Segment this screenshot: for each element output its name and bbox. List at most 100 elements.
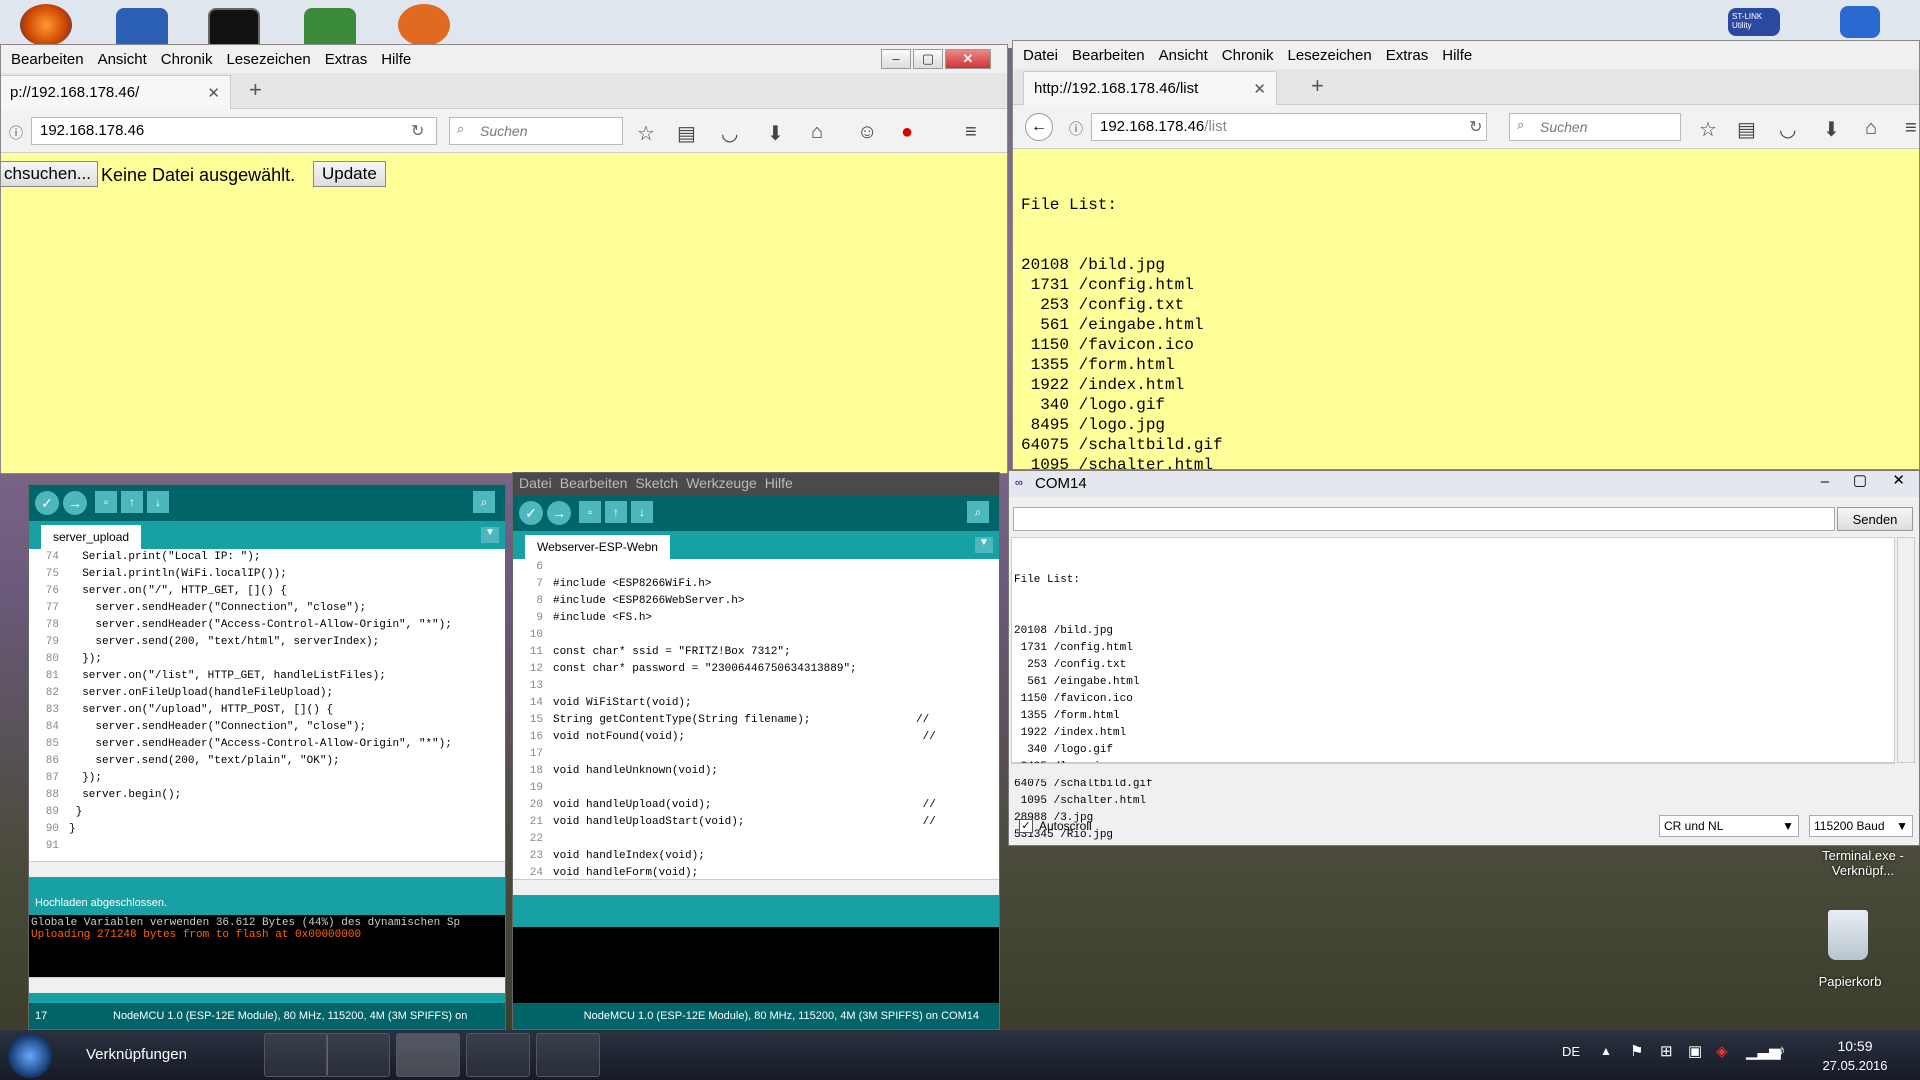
minimize-button[interactable]: – bbox=[881, 49, 911, 69]
pocket-icon[interactable]: ◡ bbox=[721, 121, 738, 146]
serial-monitor-icon[interactable]: ⌕ bbox=[967, 501, 989, 523]
volume-icon[interactable]: ♪ bbox=[1778, 1042, 1786, 1059]
menu-bearbeiten[interactable]: Bearbeiten bbox=[560, 475, 628, 493]
info-icon[interactable]: ⓘ bbox=[9, 123, 23, 143]
editor-hscrollbar[interactable] bbox=[29, 861, 505, 877]
update-button[interactable]: Update bbox=[313, 161, 386, 187]
reload-icon[interactable]: ↻ bbox=[1469, 117, 1482, 137]
tray-expand-icon[interactable]: ▲ bbox=[1600, 1044, 1612, 1058]
t-desktop-icon[interactable] bbox=[398, 4, 450, 46]
menu-chronik[interactable]: Chronik bbox=[161, 51, 213, 68]
menu-ansicht[interactable]: Ansicht bbox=[98, 51, 147, 68]
menu-extras[interactable]: Extras bbox=[1386, 47, 1429, 64]
open-sketch-icon[interactable]: ↑ bbox=[605, 501, 627, 523]
menu-extras[interactable]: Extras bbox=[325, 51, 368, 68]
menu-lesezeichen[interactable]: Lesezeichen bbox=[226, 51, 310, 68]
menu-lesezeichen[interactable]: Lesezeichen bbox=[1287, 47, 1371, 64]
network-icon[interactable]: ▁▃▅ bbox=[1746, 1042, 1781, 1060]
close-tab-icon[interactable]: ✕ bbox=[1253, 80, 1266, 98]
menu-sketch[interactable]: Sketch bbox=[635, 475, 678, 493]
maximize-button[interactable]: ▢ bbox=[913, 49, 943, 69]
firefox-taskbar-icon[interactable] bbox=[396, 1033, 460, 1077]
menu-ansicht[interactable]: Ansicht bbox=[1159, 47, 1208, 64]
computer-desktop-icon[interactable] bbox=[1840, 6, 1880, 38]
code-editor[interactable]: 6 7 #include <ESP8266WiFi.h> 8 #include <ESP… bbox=[513, 559, 999, 879]
ide-tab-webserver[interactable]: Webserver-ESP-Webn bbox=[525, 535, 670, 559]
new-sketch-icon[interactable]: ▫ bbox=[579, 501, 601, 523]
url-input[interactable]: 192.168.178.46/list bbox=[1091, 113, 1487, 141]
menu-bearbeiten[interactable]: Bearbeiten bbox=[11, 51, 84, 68]
download-icon[interactable]: ⬇ bbox=[1823, 117, 1840, 142]
media-player-taskbar-icon[interactable] bbox=[326, 1033, 390, 1077]
clock-time[interactable]: 10:59 bbox=[1822, 1038, 1888, 1054]
tab-menu-icon[interactable]: ▼ bbox=[975, 537, 993, 553]
close-button[interactable]: ✕ bbox=[1892, 471, 1905, 489]
trash-icon[interactable] bbox=[1828, 910, 1868, 960]
tab-upload[interactable]: p://192.168.178.46/ ✕ bbox=[1, 75, 231, 109]
bookmark-star-icon[interactable]: ☆ bbox=[637, 121, 655, 146]
code-editor[interactable]: 74 Serial.print("Local IP: "); 75 Serial.… bbox=[29, 549, 505, 861]
new-tab-icon[interactable]: + bbox=[249, 77, 262, 103]
menu-hilfe[interactable]: Hilfe bbox=[765, 475, 793, 493]
ide-tab-server-upload[interactable]: server_upload bbox=[41, 525, 142, 549]
serial-input[interactable] bbox=[1013, 507, 1835, 531]
reload-icon[interactable]: ↻ bbox=[411, 121, 424, 141]
links-toolbar-label[interactable]: Verknüpfungen bbox=[86, 1046, 187, 1063]
serial-vscrollbar[interactable] bbox=[1897, 537, 1915, 763]
line-ending-select[interactable]: CR und NL ▼ bbox=[1659, 815, 1799, 837]
serial-monitor-icon[interactable]: ⌕ bbox=[473, 491, 495, 513]
stlink-desktop-icon[interactable]: ST-LINK Utility bbox=[1728, 8, 1780, 36]
menu-hilfe[interactable]: Hilfe bbox=[381, 51, 411, 68]
menu-werkzeuge[interactable]: Werkzeuge bbox=[686, 475, 757, 493]
info-icon[interactable]: ⓘ bbox=[1069, 119, 1083, 139]
trash-label[interactable]: Papierkorb bbox=[1800, 974, 1900, 989]
arduino-taskbar-icon[interactable] bbox=[466, 1033, 530, 1077]
menu-hilfe[interactable]: Hilfe bbox=[1442, 47, 1472, 64]
search-input[interactable]: Suchen bbox=[449, 117, 623, 145]
baud-select[interactable]: 115200 Baud ▼ bbox=[1809, 815, 1913, 837]
home-icon[interactable]: ⌂ bbox=[1865, 117, 1877, 140]
language-indicator[interactable]: DE bbox=[1562, 1044, 1580, 1059]
verify-icon[interactable]: ✓ bbox=[35, 491, 59, 515]
tab-menu-icon[interactable]: ▼ bbox=[481, 527, 499, 543]
upload-icon[interactable]: → bbox=[63, 491, 87, 515]
menu-hamburger-icon[interactable]: ≡ bbox=[965, 121, 977, 144]
flag-icon[interactable]: ⚑ bbox=[1630, 1042, 1643, 1060]
antivirus-icon[interactable]: ◈ bbox=[1716, 1042, 1728, 1060]
clock-date[interactable]: 27.05.2016 bbox=[1816, 1058, 1894, 1073]
menu-hamburger-icon[interactable]: ≡ bbox=[1905, 117, 1917, 140]
firefox-desktop-icon[interactable] bbox=[20, 4, 72, 46]
menu-datei[interactable]: Datei bbox=[519, 475, 552, 493]
upload-icon[interactable]: → bbox=[547, 501, 571, 525]
url-input[interactable]: 192.168.178.46 bbox=[31, 117, 437, 145]
save-sketch-icon[interactable]: ↓ bbox=[147, 491, 169, 513]
autoscroll-checkbox[interactable]: ✓ bbox=[1019, 819, 1033, 833]
browse-button[interactable]: chsuchen... bbox=[1, 161, 98, 187]
menu-chronik[interactable]: Chronik bbox=[1222, 47, 1274, 64]
windows-icon[interactable]: ⊞ bbox=[1660, 1042, 1673, 1060]
editor-hscrollbar[interactable] bbox=[513, 879, 999, 895]
close-button[interactable]: ✕ bbox=[945, 49, 991, 69]
download-icon[interactable]: ⬇ bbox=[767, 121, 784, 146]
verify-icon[interactable]: ✓ bbox=[519, 501, 543, 525]
explorer-taskbar-icon[interactable] bbox=[264, 1033, 328, 1077]
arduino-taskbar-icon[interactable] bbox=[536, 1033, 600, 1077]
back-icon[interactable]: ← bbox=[1025, 113, 1053, 141]
send-button[interactable]: Senden bbox=[1837, 507, 1913, 531]
tab-list[interactable]: http://192.168.178.46/list ✕ bbox=[1023, 71, 1277, 105]
start-button[interactable] bbox=[8, 1034, 52, 1078]
maximize-button[interactable]: ▢ bbox=[1853, 471, 1867, 489]
device-icon[interactable]: ▣ bbox=[1688, 1042, 1702, 1060]
home-icon[interactable]: ⌂ bbox=[811, 121, 823, 144]
save-sketch-icon[interactable]: ↓ bbox=[631, 501, 653, 523]
hello-icon[interactable]: ☺ bbox=[857, 121, 877, 144]
close-tab-icon[interactable]: ✕ bbox=[207, 84, 220, 102]
menu-bearbeiten[interactable]: Bearbeiten bbox=[1072, 47, 1145, 64]
serial-hscrollbar[interactable] bbox=[1011, 763, 1895, 779]
pocket-icon[interactable]: ◡ bbox=[1779, 117, 1796, 142]
menu-datei[interactable]: Datei bbox=[1023, 47, 1058, 64]
open-sketch-icon[interactable]: ↑ bbox=[121, 491, 143, 513]
new-tab-icon[interactable]: + bbox=[1311, 73, 1324, 99]
adblock-icon[interactable]: ● bbox=[901, 121, 913, 144]
console-hscrollbar[interactable] bbox=[29, 977, 505, 993]
